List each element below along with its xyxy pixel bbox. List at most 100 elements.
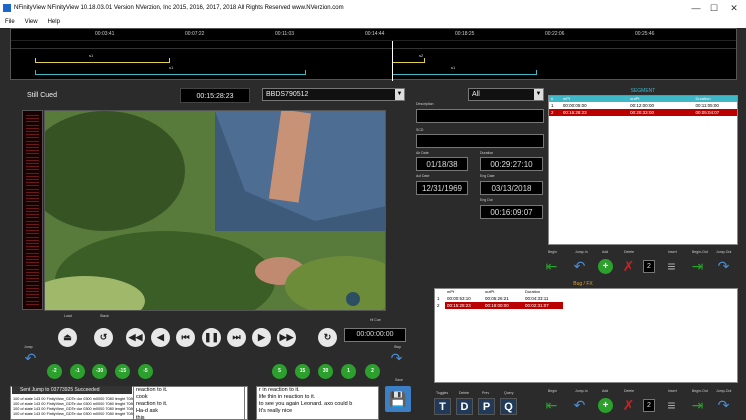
jump-button[interactable]: -15	[115, 364, 130, 379]
begin-in-icon[interactable]: ⇤	[543, 258, 560, 275]
meter-bar	[26, 300, 39, 302]
list-icon[interactable]: ≡	[663, 258, 680, 275]
scd-field[interactable]	[416, 134, 544, 148]
rewind-button[interactable]: ◀◀	[126, 328, 145, 347]
caption-line: this	[136, 415, 145, 420]
segment-title: SEGMENT	[630, 88, 656, 94]
playhead[interactable]	[392, 41, 393, 81]
timeline-track	[11, 41, 736, 49]
chevron-down-icon: ▼	[395, 89, 404, 100]
previous-button[interactable]: ⏮	[176, 328, 195, 347]
query-label: Query	[504, 391, 514, 395]
duration-field: 00:29:27:10	[480, 157, 543, 171]
begin-out-icon[interactable]: ⇥	[689, 258, 706, 275]
eng-date-field[interactable]: 03/13/2018	[480, 181, 543, 195]
stack-label: Stack	[100, 314, 109, 318]
jump-button[interactable]: -2	[47, 364, 62, 379]
timeline-bug-bar[interactable]	[35, 70, 306, 75]
pause-button[interactable]: ❚❚	[202, 328, 221, 347]
log-status: Sent Jump to 03773925 Succeeded	[12, 386, 132, 394]
jump-in-icon[interactable]: ↶	[571, 258, 588, 275]
table-row[interactable]: 2 00:15:28:23 00:18:00:00 00:02:31:07	[435, 302, 737, 309]
jump-button[interactable]: 15	[295, 364, 310, 379]
menu-help[interactable]: Help	[43, 19, 65, 25]
timeline[interactable]: 00:03:41 00:07:22 00:11:03 00:14:44 00:1…	[10, 28, 737, 81]
cell: 00:15:28:23	[445, 302, 483, 309]
meter-bar	[26, 195, 39, 196]
query-q-button[interactable]: Q	[500, 398, 517, 415]
loop-forward-button[interactable]: ↻	[318, 328, 337, 347]
timeline-segment-bar[interactable]	[35, 58, 170, 63]
cue-status: Still Cued	[27, 92, 57, 99]
meter-bar	[26, 191, 39, 193]
table-row[interactable]: 1 00:00:53:10 00:05:26:21 00:04:33:11	[435, 295, 737, 302]
bug-list-icon[interactable]: ≡	[663, 397, 680, 414]
bug-begin-icon[interactable]: ⇤	[543, 397, 560, 414]
timeline-bug-bar[interactable]	[392, 70, 537, 75]
jump-button[interactable]: -5	[138, 364, 153, 379]
jump-button[interactable]: -1	[70, 364, 85, 379]
log-line: 100 of state 143 00 FinityView_GDTe dur …	[13, 412, 135, 416]
jump-back-icon[interactable]: ↶	[22, 350, 39, 367]
caption-pane-left[interactable]: reaction to it. cook reaction to it. Ha-…	[133, 386, 245, 420]
caption-pane-right[interactable]: r in reaction to it. life thin in reacti…	[256, 386, 379, 420]
meter-bar	[26, 287, 39, 289]
jump-button[interactable]: 30	[318, 364, 333, 379]
meter-bar	[26, 159, 39, 161]
meter-bar	[26, 271, 39, 273]
table-row[interactable]: 1 00:00:05:00 00:12:00:00 00:11:05:00	[549, 102, 737, 109]
maximize-button[interactable]: ☐	[708, 2, 720, 14]
jump-label: Jump	[24, 345, 33, 349]
close-button[interactable]: ✕	[728, 2, 740, 14]
meter-bar	[26, 118, 39, 120]
description-field[interactable]	[416, 109, 544, 123]
ruler-tick: 00:03:41	[95, 31, 115, 37]
delete-icon[interactable]: ✗	[620, 258, 637, 275]
menu-view[interactable]: View	[20, 19, 43, 25]
bug-jump-out-icon[interactable]: ↷	[715, 397, 732, 414]
eject-button[interactable]: ⏏	[58, 328, 77, 347]
jump-out-icon[interactable]: ↷	[715, 258, 732, 275]
meter-bar	[26, 179, 39, 180]
next-button[interactable]: ⏭	[227, 328, 246, 347]
caption-line: Ha-d ask	[136, 408, 159, 414]
title-bar: NFinityView NFinityView 10.18.03.01 Vers…	[0, 0, 746, 16]
bug-jump-in-icon[interactable]: ↶	[571, 397, 588, 414]
jump-forward-icon[interactable]: ↷	[388, 350, 405, 367]
window-title: NFinityView NFinityView 10.18.03.01 Vers…	[14, 5, 344, 11]
toggle-t-button[interactable]: T	[434, 398, 451, 415]
save-label: Save	[395, 378, 403, 382]
jump-button[interactable]: 2	[365, 364, 380, 379]
delete-d-button[interactable]: D	[456, 398, 473, 415]
meter-bar	[26, 137, 39, 139]
bug-insert-label: Insert	[668, 389, 677, 393]
meter-bar	[26, 294, 39, 296]
minimize-button[interactable]: —	[690, 2, 702, 14]
add-segment-button[interactable]: +	[598, 259, 613, 274]
jump-button[interactable]: -30	[92, 364, 107, 379]
caption-line: cook	[136, 394, 148, 400]
jump-button[interactable]: 1	[341, 364, 356, 379]
segment-table[interactable]: # mPt outPt Duration 1 00:00:05:00 00:12…	[548, 95, 738, 245]
fast-forward-button[interactable]: ▶▶	[277, 328, 296, 347]
loop-back-button[interactable]: ↺	[94, 328, 113, 347]
bug-delete-icon[interactable]: ✗	[620, 397, 637, 414]
bug-table[interactable]: mPt outPt Duration 1 00:00:53:10 00:05:2…	[434, 288, 738, 383]
act-date-field[interactable]: 12/31/1969	[416, 181, 468, 195]
play-button[interactable]: ▶	[252, 328, 271, 347]
save-icon[interactable]: 💾	[385, 386, 411, 412]
meter-bar	[26, 227, 39, 228]
air-date-field[interactable]: 01/18/38	[416, 157, 468, 171]
ruler-tick: 00:07:22	[185, 31, 205, 37]
meter-bar	[26, 185, 39, 187]
house-id-select[interactable]: BBDS790512 ▼	[262, 88, 405, 101]
add-bug-button[interactable]: +	[598, 398, 613, 413]
menu-file[interactable]: File	[0, 19, 20, 25]
table-row[interactable]: 2 00:15:28:23 00:20:33:00 00:05:04:07	[549, 109, 737, 116]
filter-select[interactable]: All ▼	[468, 88, 544, 101]
timeline-segment-bar[interactable]	[392, 58, 425, 63]
step-back-button[interactable]: ◀	[151, 328, 170, 347]
prev-p-button[interactable]: P	[478, 398, 495, 415]
bug-begin-out-icon[interactable]: ⇥	[689, 397, 706, 414]
jump-button[interactable]: 5	[272, 364, 287, 379]
